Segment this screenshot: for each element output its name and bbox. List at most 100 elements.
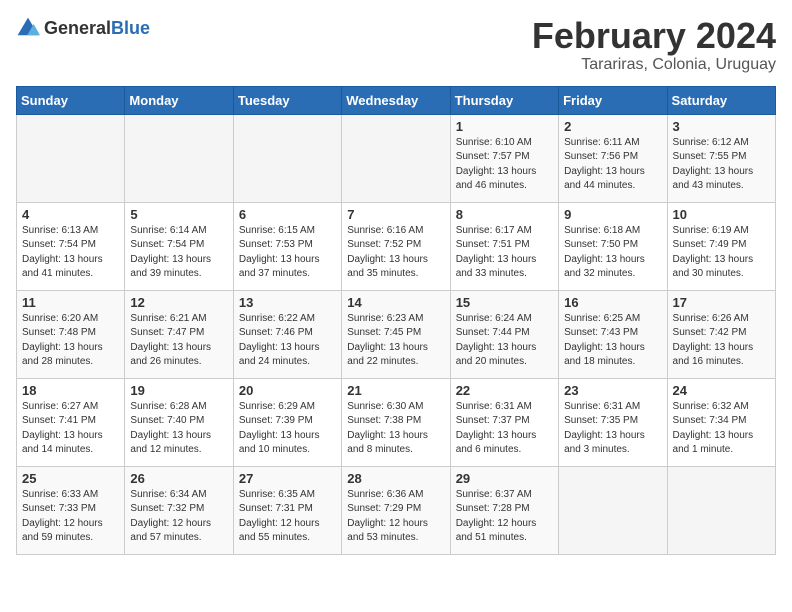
calendar-cell: 8 Sunrise: 6:17 AMSunset: 7:51 PMDaylight… xyxy=(450,202,558,290)
day-detail: Sunrise: 6:18 AMSunset: 7:50 PMDaylight:… xyxy=(564,224,661,282)
logo-general: General xyxy=(44,18,111,38)
day-number: 19 xyxy=(130,383,227,398)
day-number: 2 xyxy=(564,119,661,134)
day-number: 25 xyxy=(22,471,119,486)
day-number: 4 xyxy=(22,207,119,222)
header-friday: Friday xyxy=(559,86,667,114)
calendar-cell: 12 Sunrise: 6:21 AMSunset: 7:47 PMDayligh… xyxy=(125,290,233,378)
day-detail: Sunrise: 6:16 AMSunset: 7:52 PMDaylight:… xyxy=(347,224,444,282)
calendar-cell: 24 Sunrise: 6:32 AMSunset: 7:34 PMDayligh… xyxy=(667,378,775,466)
calendar-week-3: 11 Sunrise: 6:20 AMSunset: 7:48 PMDayligh… xyxy=(17,290,776,378)
day-number: 22 xyxy=(456,383,553,398)
day-detail: Sunrise: 6:26 AMSunset: 7:42 PMDaylight:… xyxy=(673,312,770,370)
day-number: 28 xyxy=(347,471,444,486)
page-header: GeneralBlue February 2024 Tarariras, Col… xyxy=(16,16,776,74)
day-detail: Sunrise: 6:17 AMSunset: 7:51 PMDaylight:… xyxy=(456,224,553,282)
calendar-cell: 22 Sunrise: 6:31 AMSunset: 7:37 PMDayligh… xyxy=(450,378,558,466)
day-detail: Sunrise: 6:31 AMSunset: 7:35 PMDaylight:… xyxy=(564,400,661,458)
calendar-cell: 15 Sunrise: 6:24 AMSunset: 7:44 PMDayligh… xyxy=(450,290,558,378)
day-detail: Sunrise: 6:30 AMSunset: 7:38 PMDaylight:… xyxy=(347,400,444,458)
day-number: 24 xyxy=(673,383,770,398)
day-number: 8 xyxy=(456,207,553,222)
calendar-cell: 9Sunrise: 6:18 AMSunset: 7:50 PMDaylight… xyxy=(559,202,667,290)
day-detail: Sunrise: 6:33 AMSunset: 7:33 PMDaylight:… xyxy=(22,488,119,546)
header-sunday: Sunday xyxy=(17,86,125,114)
day-detail: Sunrise: 6:24 AMSunset: 7:44 PMDaylight:… xyxy=(456,312,553,370)
day-number: 5 xyxy=(130,207,227,222)
header-row: Sunday Monday Tuesday Wednesday Thursday… xyxy=(17,86,776,114)
calendar-cell: 28 Sunrise: 6:36 AMSunset: 7:29 PMDayligh… xyxy=(342,466,450,554)
calendar-cell: 19 Sunrise: 6:28 AMSunset: 7:40 PMDayligh… xyxy=(125,378,233,466)
calendar-cell: 20Sunrise: 6:29 AMSunset: 7:39 PMDayligh… xyxy=(233,378,341,466)
calendar-week-4: 18 Sunrise: 6:27 AMSunset: 7:41 PMDayligh… xyxy=(17,378,776,466)
title-area: February 2024 Tarariras, Colonia, Urugua… xyxy=(532,16,776,74)
day-number: 1 xyxy=(456,119,553,134)
calendar-week-5: 25 Sunrise: 6:33 AMSunset: 7:33 PMDayligh… xyxy=(17,466,776,554)
day-detail: Sunrise: 6:23 AMSunset: 7:45 PMDaylight:… xyxy=(347,312,444,370)
day-detail: Sunrise: 6:19 AMSunset: 7:49 PMDaylight:… xyxy=(673,224,770,282)
calendar-cell xyxy=(667,466,775,554)
day-detail: Sunrise: 6:32 AMSunset: 7:34 PMDaylight:… xyxy=(673,400,770,458)
day-number: 15 xyxy=(456,295,553,310)
calendar-cell xyxy=(342,114,450,202)
day-detail: Sunrise: 6:13 AMSunset: 7:54 PMDaylight:… xyxy=(22,224,119,282)
day-number: 23 xyxy=(564,383,661,398)
calendar-cell: 3 Sunrise: 6:12 AMSunset: 7:55 PMDaylight… xyxy=(667,114,775,202)
day-detail: Sunrise: 6:27 AMSunset: 7:41 PMDaylight:… xyxy=(22,400,119,458)
day-detail: Sunrise: 6:28 AMSunset: 7:40 PMDaylight:… xyxy=(130,400,227,458)
day-detail: Sunrise: 6:12 AMSunset: 7:55 PMDaylight:… xyxy=(673,136,770,194)
calendar-week-2: 4 Sunrise: 6:13 AMSunset: 7:54 PMDaylight… xyxy=(17,202,776,290)
day-number: 16 xyxy=(564,295,661,310)
calendar-cell xyxy=(559,466,667,554)
calendar-body: 1 Sunrise: 6:10 AMSunset: 7:57 PMDaylight… xyxy=(17,114,776,554)
calendar-cell: 10 Sunrise: 6:19 AMSunset: 7:49 PMDayligh… xyxy=(667,202,775,290)
day-detail: Sunrise: 6:36 AMSunset: 7:29 PMDaylight:… xyxy=(347,488,444,546)
day-number: 3 xyxy=(673,119,770,134)
day-detail: Sunrise: 6:37 AMSunset: 7:28 PMDaylight:… xyxy=(456,488,553,546)
day-number: 18 xyxy=(22,383,119,398)
calendar-cell: 29 Sunrise: 6:37 AMSunset: 7:28 PMDayligh… xyxy=(450,466,558,554)
day-number: 10 xyxy=(673,207,770,222)
day-number: 14 xyxy=(347,295,444,310)
logo-blue: Blue xyxy=(111,18,150,38)
day-detail: Sunrise: 6:14 AMSunset: 7:54 PMDaylight:… xyxy=(130,224,227,282)
calendar-cell: 7 Sunrise: 6:16 AMSunset: 7:52 PMDaylight… xyxy=(342,202,450,290)
header-wednesday: Wednesday xyxy=(342,86,450,114)
calendar-cell xyxy=(233,114,341,202)
calendar-header: Sunday Monday Tuesday Wednesday Thursday… xyxy=(17,86,776,114)
calendar-cell xyxy=(125,114,233,202)
day-detail: Sunrise: 6:21 AMSunset: 7:47 PMDaylight:… xyxy=(130,312,227,370)
day-number: 27 xyxy=(239,471,336,486)
day-detail: Sunrise: 6:22 AMSunset: 7:46 PMDaylight:… xyxy=(239,312,336,370)
logo-icon xyxy=(16,16,40,40)
calendar-cell: 6Sunrise: 6:15 AMSunset: 7:53 PMDaylight… xyxy=(233,202,341,290)
day-detail: Sunrise: 6:31 AMSunset: 7:37 PMDaylight:… xyxy=(456,400,553,458)
day-number: 29 xyxy=(456,471,553,486)
header-thursday: Thursday xyxy=(450,86,558,114)
calendar-week-1: 1 Sunrise: 6:10 AMSunset: 7:57 PMDaylight… xyxy=(17,114,776,202)
calendar-cell: 11 Sunrise: 6:20 AMSunset: 7:48 PMDayligh… xyxy=(17,290,125,378)
calendar-cell: 26Sunrise: 6:34 AMSunset: 7:32 PMDayligh… xyxy=(125,466,233,554)
day-detail: Sunrise: 6:25 AMSunset: 7:43 PMDaylight:… xyxy=(564,312,661,370)
day-number: 7 xyxy=(347,207,444,222)
logo: GeneralBlue xyxy=(16,16,150,40)
day-detail: Sunrise: 6:34 AMSunset: 7:32 PMDaylight:… xyxy=(130,488,227,546)
calendar-cell: 2 Sunrise: 6:11 AMSunset: 7:56 PMDaylight… xyxy=(559,114,667,202)
day-detail: Sunrise: 6:10 AMSunset: 7:57 PMDaylight:… xyxy=(456,136,553,194)
day-number: 12 xyxy=(130,295,227,310)
day-detail: Sunrise: 6:20 AMSunset: 7:48 PMDaylight:… xyxy=(22,312,119,370)
day-number: 13 xyxy=(239,295,336,310)
day-detail: Sunrise: 6:35 AMSunset: 7:31 PMDaylight:… xyxy=(239,488,336,546)
day-detail: Sunrise: 6:11 AMSunset: 7:56 PMDaylight:… xyxy=(564,136,661,194)
calendar-cell: 18 Sunrise: 6:27 AMSunset: 7:41 PMDayligh… xyxy=(17,378,125,466)
location-subtitle: Tarariras, Colonia, Uruguay xyxy=(532,56,776,74)
day-number: 17 xyxy=(673,295,770,310)
calendar-cell: 4 Sunrise: 6:13 AMSunset: 7:54 PMDaylight… xyxy=(17,202,125,290)
calendar-cell: 21Sunrise: 6:30 AMSunset: 7:38 PMDayligh… xyxy=(342,378,450,466)
day-number: 11 xyxy=(22,295,119,310)
calendar-cell: 13 Sunrise: 6:22 AMSunset: 7:46 PMDayligh… xyxy=(233,290,341,378)
calendar-cell: 17 Sunrise: 6:26 AMSunset: 7:42 PMDayligh… xyxy=(667,290,775,378)
calendar-cell: 16 Sunrise: 6:25 AMSunset: 7:43 PMDayligh… xyxy=(559,290,667,378)
day-detail: Sunrise: 6:29 AMSunset: 7:39 PMDaylight:… xyxy=(239,400,336,458)
header-tuesday: Tuesday xyxy=(233,86,341,114)
